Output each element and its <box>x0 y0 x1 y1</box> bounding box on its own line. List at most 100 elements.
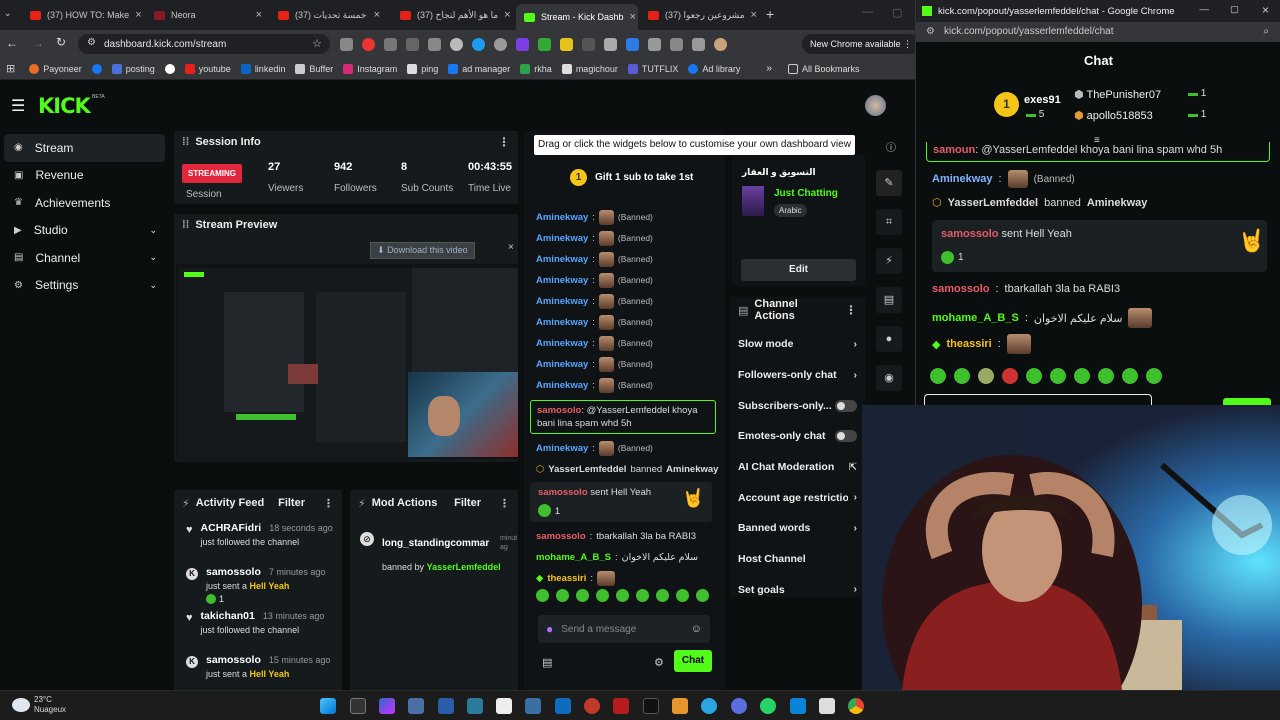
whatsapp-icon[interactable] <box>760 698 776 714</box>
all-bookmarks[interactable]: All Bookmarks <box>787 63 859 74</box>
sidebar-item-settings[interactable]: ⚙ Settings ⌄ <box>4 272 165 300</box>
bookmark-item[interactable]: linkedin <box>240 63 285 74</box>
chat-username[interactable]: Aminekway <box>536 207 588 228</box>
chat-username[interactable]: Aminekway <box>536 354 588 375</box>
preview-video[interactable] <box>176 264 518 459</box>
extension-icon[interactable] <box>560 38 573 51</box>
extension-icon[interactable] <box>406 38 419 51</box>
sidebar-item-channel[interactable]: ▤ Channel ⌄ <box>4 244 165 272</box>
chat-username[interactable]: theassiri <box>946 338 991 350</box>
close-tab-icon[interactable]: × <box>135 9 141 21</box>
bookmark-item[interactable]: ad manager <box>448 63 510 74</box>
more-icon[interactable]: ⋮ <box>323 497 334 510</box>
windows-start-icon[interactable] <box>320 698 336 714</box>
chat-username[interactable]: Aminekway <box>536 312 588 333</box>
extension-icon[interactable] <box>692 38 705 51</box>
extension-icon[interactable] <box>472 38 485 51</box>
channel-action-host-channel[interactable]: Host Channel <box>730 544 865 575</box>
chat-username[interactable]: Aminekway <box>536 333 588 354</box>
bookmark-item[interactable] <box>91 63 102 74</box>
maximize-icon[interactable]: ▢ <box>892 6 902 19</box>
bookmark-item[interactable]: Payoneer <box>29 63 82 74</box>
sidebar-item-revenue[interactable]: ▣ Revenue <box>4 162 165 190</box>
popout-send-button[interactable] <box>1223 398 1271 405</box>
sidebar-item-stream[interactable]: ◉ Stream <box>4 134 165 162</box>
notion-icon[interactable] <box>819 698 835 714</box>
zoom-icon[interactable]: ⌕ <box>1263 22 1269 42</box>
bolt-icon[interactable]: ⚡ <box>876 248 902 274</box>
extension-icon[interactable] <box>384 38 397 51</box>
channel-action-ai-chat-moderation[interactable]: AI Chat Moderation ⇱ <box>730 452 865 483</box>
chat-input[interactable]: ● Send a message ☺ <box>538 615 710 643</box>
close-tab-icon[interactable]: × <box>751 9 757 21</box>
chat-username[interactable]: Aminekway <box>536 249 588 270</box>
new-tab-icon[interactable]: + <box>766 6 774 22</box>
channel-action-subscribers-only[interactable]: Subscribers-only... <box>730 390 865 421</box>
more-bookmarks-icon[interactable]: » <box>766 63 772 74</box>
chat-bubble-icon[interactable]: ● <box>876 326 902 352</box>
gift-sub-banner[interactable]: 1 Gift 1 sub to take 1st <box>570 169 693 186</box>
apps-grid-icon[interactable]: ⊞ <box>6 62 15 75</box>
bookmark-item[interactable]: posting <box>111 63 155 74</box>
chat-username[interactable]: theassiri <box>547 568 586 589</box>
emote-icon[interactable]: ☺ <box>691 623 702 635</box>
kick-logo[interactable]: KICK <box>38 94 91 118</box>
tiktok-icon[interactable] <box>643 698 659 714</box>
close-download-icon[interactable]: × <box>508 242 514 253</box>
reload-icon[interactable]: ↻ <box>56 35 66 49</box>
category-link[interactable]: Just Chatting <box>774 188 838 199</box>
browser-tab[interactable]: (37) ما هو الأهم لنجاح × <box>392 4 516 26</box>
maximize-icon[interactable]: ▢ <box>1230 4 1239 15</box>
chat-username[interactable]: Aminekway <box>536 228 588 249</box>
channel-action-slow-mode[interactable]: Slow mode › <box>730 329 865 360</box>
copilot-icon[interactable] <box>379 698 395 714</box>
weather-widget[interactable]: 23°C Nuageux <box>34 695 66 715</box>
bookmark-item[interactable]: rkha <box>520 63 552 74</box>
filter-button[interactable]: Filter <box>454 497 481 509</box>
leaderboard-user[interactable]: exes91 <box>1024 94 1061 106</box>
url-bar[interactable]: ⚙ dashboard.kick.com/stream ☆ <box>78 34 330 54</box>
edit-stream-button[interactable]: Edit <box>741 259 856 281</box>
extension-icon[interactable] <box>626 38 639 51</box>
app-icon[interactable] <box>525 698 541 714</box>
chrome-icon[interactable] <box>848 698 864 714</box>
new-chrome-button[interactable]: New Chrome available ⋮ <box>802 34 921 54</box>
telegram-icon[interactable] <box>701 698 717 714</box>
channel-action-followers-only-chat[interactable]: Followers-only chat › <box>730 360 865 391</box>
close-tab-icon[interactable]: × <box>374 9 380 21</box>
extension-icon[interactable] <box>362 38 375 51</box>
app-icon[interactable] <box>408 698 424 714</box>
edit-icon[interactable]: ✎ <box>876 170 902 196</box>
browser-tab[interactable]: (37) مشروعين رجعوا × <box>640 4 764 26</box>
app-icon[interactable] <box>790 698 806 714</box>
channel-action-account-age-restriction[interactable]: Account age restriction › <box>730 482 865 513</box>
app-icon[interactable] <box>467 698 483 714</box>
chat-settings-icon[interactable]: ⚙ <box>654 656 664 669</box>
filter-button[interactable]: Filter <box>278 497 305 509</box>
popout-chat-input[interactable] <box>924 394 1152 405</box>
more-icon[interactable]: ⋮ <box>499 497 510 510</box>
extension-icon[interactable] <box>340 38 353 51</box>
app-icon[interactable] <box>731 698 747 714</box>
more-icon[interactable]: ⋮ <box>498 135 510 149</box>
leaderboard-user[interactable]: ⬢ ThePunisher07 <box>1074 88 1161 101</box>
bookmark-item[interactable]: Ad library <box>688 63 740 74</box>
channel-action-banned-words[interactable]: Banned words › <box>730 513 865 544</box>
extension-icon[interactable] <box>516 38 529 51</box>
sidebar-item-achievements[interactable]: ♛ Achievements <box>4 189 165 217</box>
chat-username[interactable]: Aminekway <box>536 375 588 396</box>
activity-user[interactable]: samossolo <box>206 566 261 578</box>
avatar[interactable] <box>865 95 886 116</box>
leaderboard-user[interactable]: ⬢ apollo518853 <box>1074 109 1153 122</box>
bookmark-item[interactable] <box>164 63 175 74</box>
app-icon[interactable] <box>496 698 512 714</box>
bookmark-item[interactable]: TUTFLIX <box>627 63 678 74</box>
bookmark-item[interactable]: Instagram <box>343 63 397 74</box>
activity-user[interactable]: ACHRAFidri <box>201 522 262 534</box>
toggle-switch[interactable] <box>835 430 857 443</box>
opera-icon[interactable] <box>584 698 600 714</box>
chat-username[interactable]: Aminekway <box>536 291 588 312</box>
extension-icon[interactable] <box>538 38 551 51</box>
activity-user[interactable]: takichan01 <box>201 610 255 622</box>
close-tab-icon[interactable]: × <box>630 11 636 23</box>
